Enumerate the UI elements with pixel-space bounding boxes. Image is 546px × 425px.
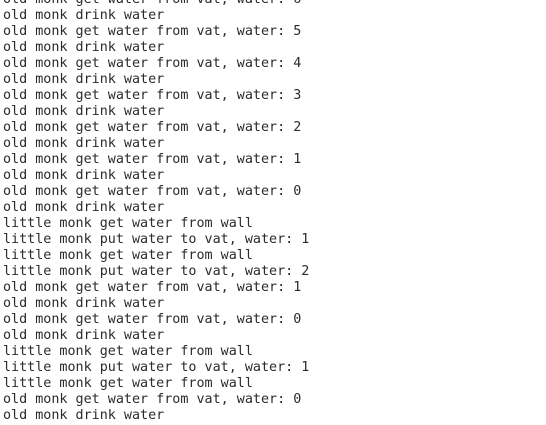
terminal-output: old monk get water from vat, water: 6old… <box>3 0 309 424</box>
terminal-line: old monk drink water <box>3 328 165 343</box>
terminal-line: little monk put water to vat, water: 2 <box>3 264 310 279</box>
terminal-line: old monk get water from vat, water: 4 <box>3 56 302 71</box>
terminal-line: old monk drink water <box>3 408 165 423</box>
terminal-line: little monk get water from wall <box>3 344 253 359</box>
terminal-line: old monk get water from vat, water: 1 <box>3 152 302 167</box>
terminal-line: little monk get water from wall <box>3 376 253 391</box>
terminal-line: old monk drink water <box>3 200 165 215</box>
terminal-line: little monk put water to vat, water: 1 <box>3 360 310 375</box>
terminal-line: old monk drink water <box>3 40 165 55</box>
terminal-line: old monk get water from vat, water: 2 <box>3 120 302 135</box>
terminal-line: old monk drink water <box>3 136 165 151</box>
terminal-line: old monk drink water <box>3 104 165 119</box>
terminal-line: old monk drink water <box>3 296 165 311</box>
terminal-window[interactable]: old monk get water from vat, water: 6old… <box>0 0 546 425</box>
terminal-line: old monk drink water <box>3 72 165 87</box>
terminal-line: old monk drink water <box>3 168 165 183</box>
terminal-line: old monk get water from vat, water: 3 <box>3 88 302 103</box>
terminal-line: old monk get water from vat, water: 0 <box>3 312 302 327</box>
terminal-line: little monk get water from wall <box>3 216 253 231</box>
terminal-line: little monk get water from wall <box>3 248 253 263</box>
terminal-line: old monk get water from vat, water: 5 <box>3 24 302 39</box>
terminal-line: old monk get water from vat, water: 0 <box>3 392 302 407</box>
terminal-line: old monk get water from vat, water: 0 <box>3 184 302 199</box>
terminal-line: old monk get water from vat, water: 1 <box>3 280 302 295</box>
terminal-line: old monk get water from vat, water: 6 <box>3 0 309 8</box>
terminal-line: little monk put water to vat, water: 1 <box>3 232 310 247</box>
terminal-line: old monk drink water <box>3 8 165 23</box>
